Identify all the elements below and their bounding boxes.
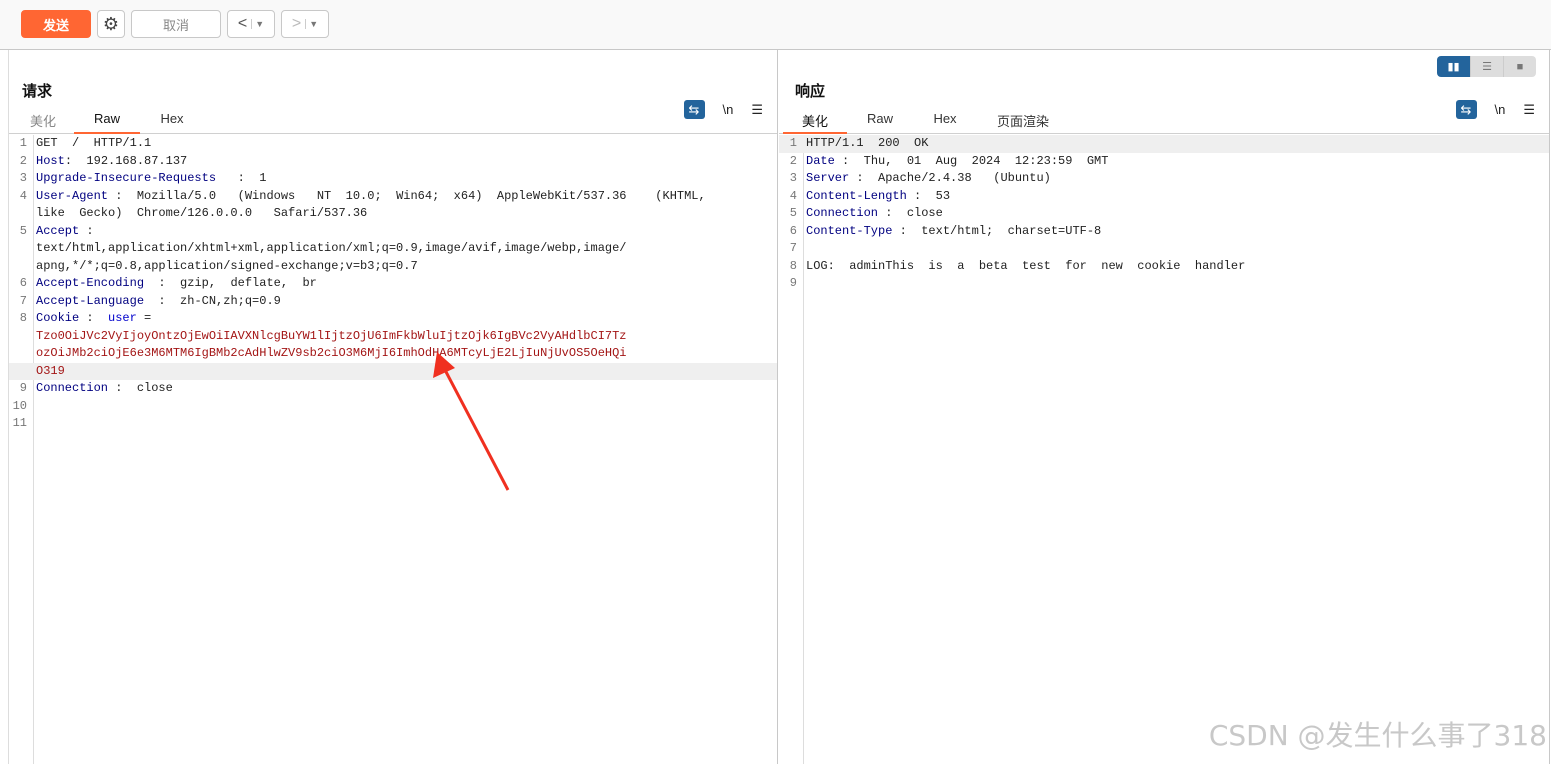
annotation-arrow	[433, 352, 510, 491]
watermark: CSDN @发生什么事了318	[1208, 719, 1547, 752]
